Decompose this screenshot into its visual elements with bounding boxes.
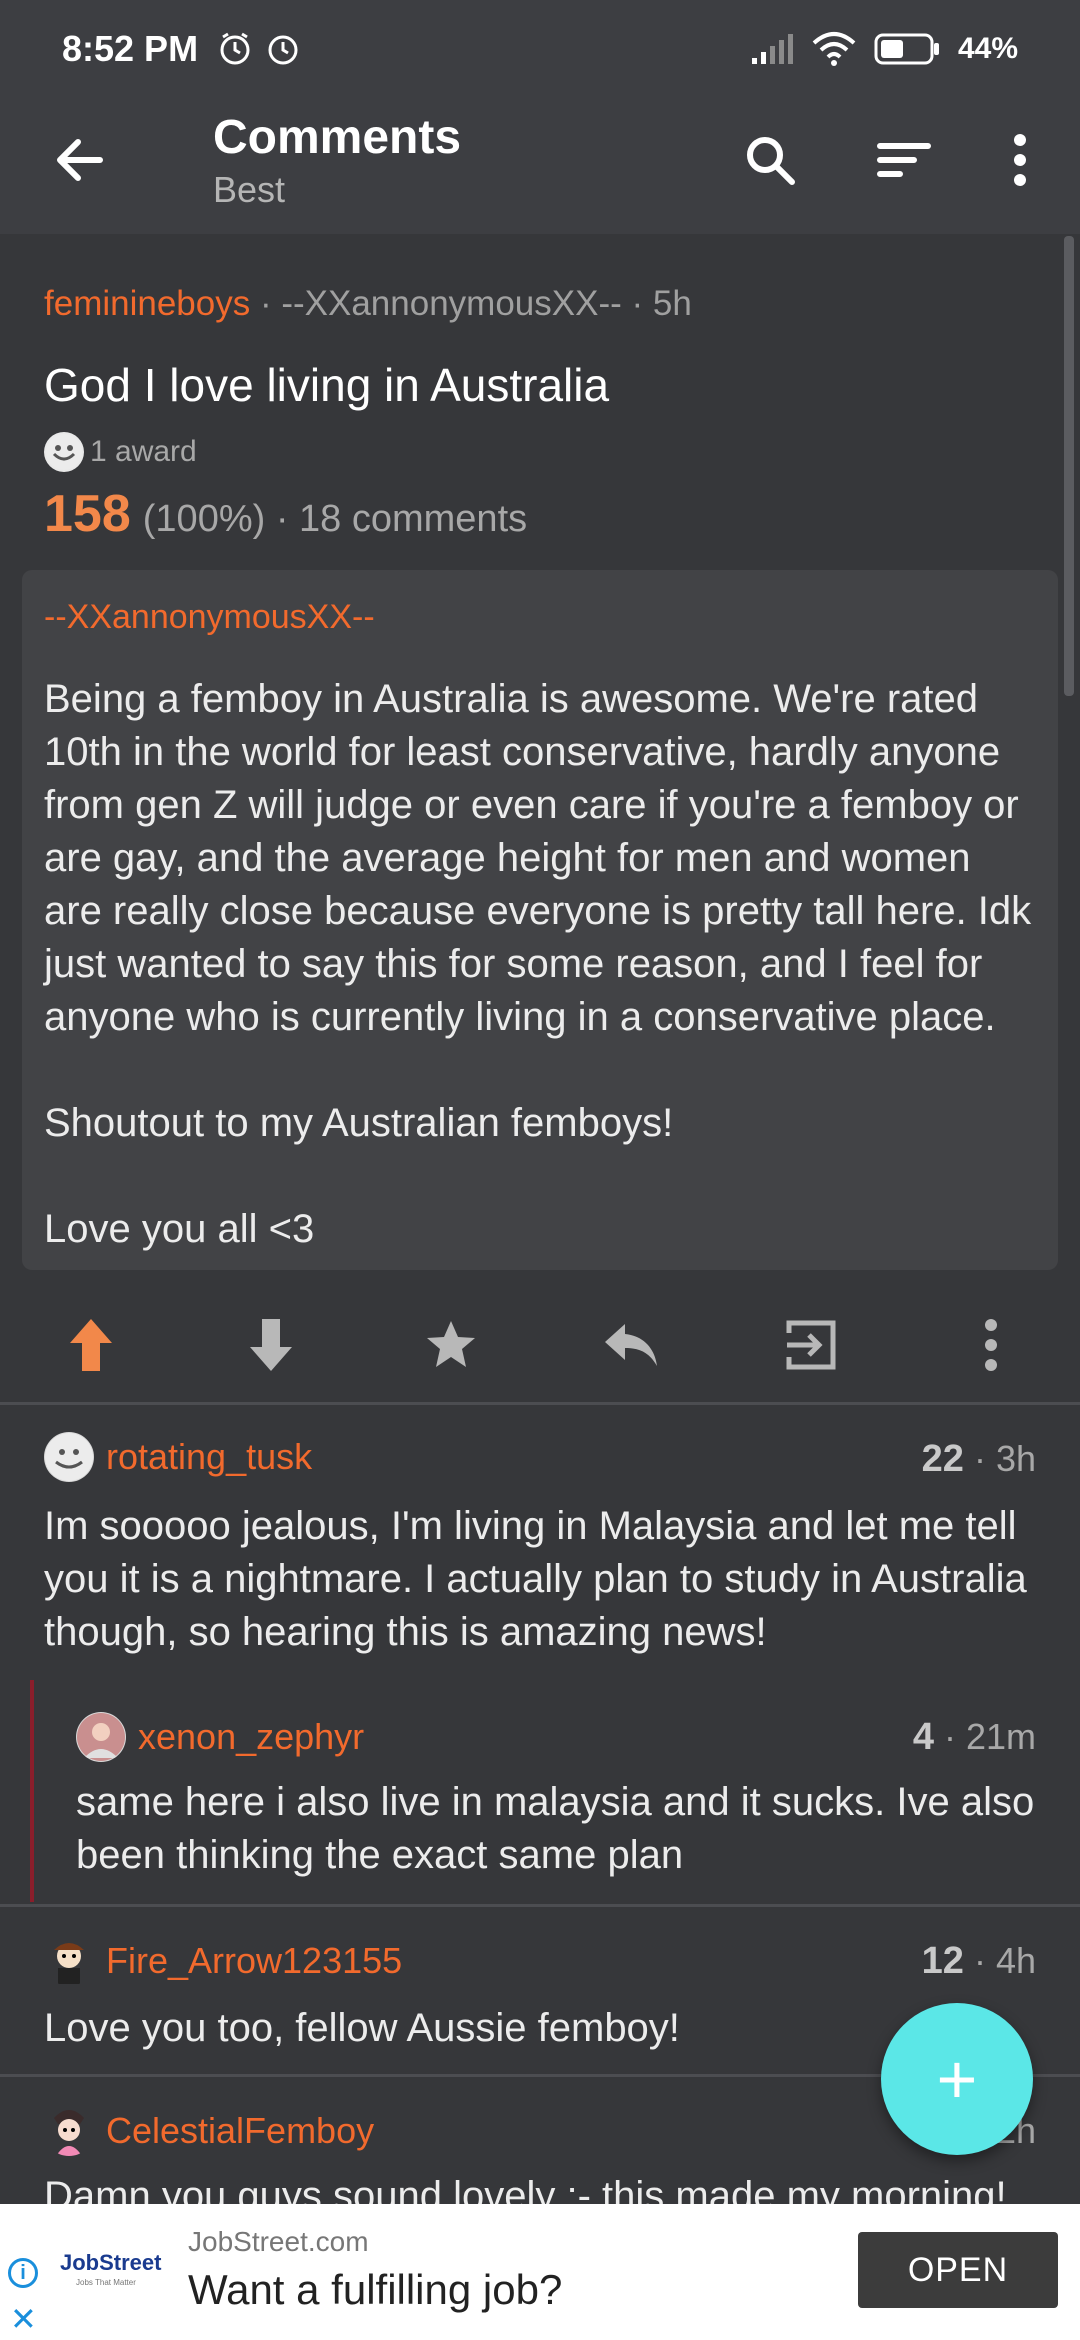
ad-open-button[interactable]: OPEN (858, 2232, 1058, 2308)
ad-domain: JobStreet.com (188, 2226, 369, 2257)
ad-headline: Want a fulfilling job? (188, 2266, 563, 2313)
new-comment-fab[interactable]: + (881, 2003, 1033, 2155)
ad-brand-tagline: Jobs That Matter (76, 2278, 136, 2287)
ad-brand-logo: JobStreet (60, 2250, 162, 2275)
ad-close-icon[interactable]: ✕ (10, 2300, 37, 2338)
comment-text: Damn you guys sound lovely :- this made … (44, 2174, 1007, 2204)
comment-item[interactable]: CelestialFemboy 2h Damn you guys sound l… (0, 0, 1080, 2204)
ad-info-icon[interactable]: i (8, 2258, 38, 2288)
comment-author[interactable]: CelestialFemboy (106, 2110, 374, 2152)
plus-icon: + (936, 2040, 978, 2118)
avatar[interactable] (44, 2106, 94, 2156)
